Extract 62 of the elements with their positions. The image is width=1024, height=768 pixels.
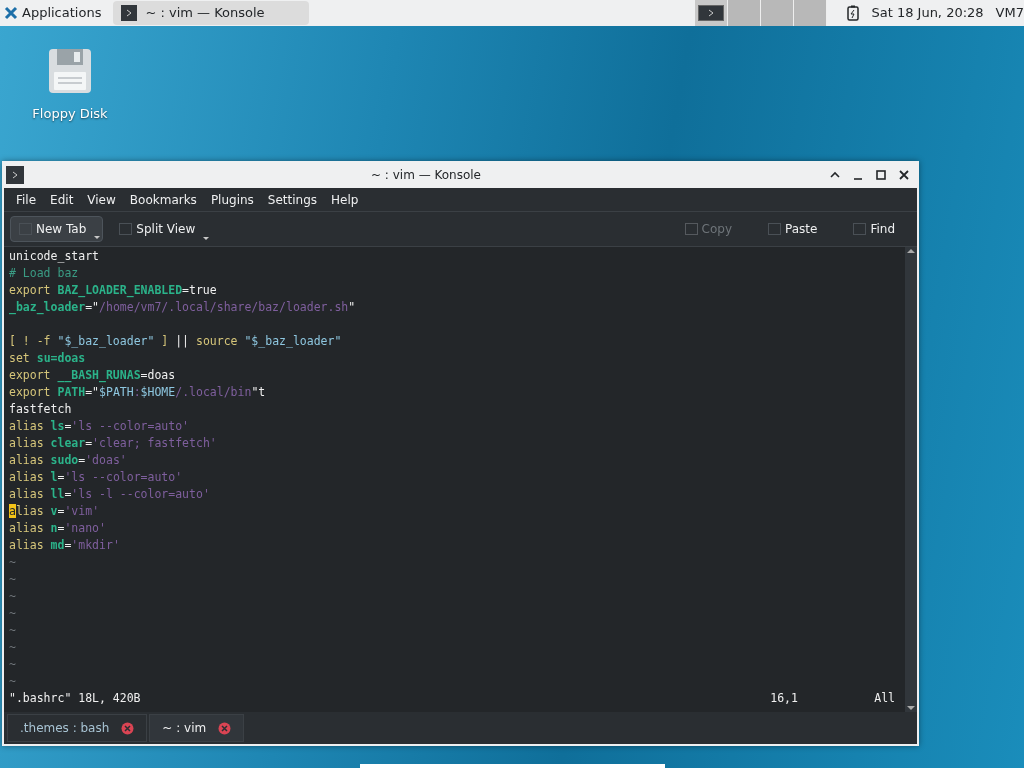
code-line: _baz_loader="/home/vm7/.local/share/baz/loader.sh": [9, 299, 357, 316]
code-line: alias md='mkdir': [9, 537, 121, 554]
empty-line-marker: ~: [9, 639, 17, 656]
code-line: alias ls='ls --color=auto': [9, 418, 191, 435]
empty-line-marker: ~: [9, 605, 17, 622]
terminal-icon: [6, 165, 24, 184]
code-line: fastfetch: [9, 401, 73, 418]
empty-line-marker: ~: [9, 656, 17, 673]
code-line: export PATH="$PATH:$HOME/.local/bin"t: [9, 384, 267, 401]
toolbar-button[interactable]: Paste: [760, 216, 834, 242]
code-line: alias clear='clear; fastfetch': [9, 435, 218, 452]
code-line: alias l='ls --color=auto': [9, 469, 184, 486]
close-tab-icon[interactable]: [218, 721, 232, 735]
toolbar-button[interactable]: New Tab: [10, 216, 104, 242]
scroll-indicator: All: [874, 690, 895, 707]
maximize-icon[interactable]: [874, 167, 888, 182]
empty-line-marker: ~: [9, 554, 17, 571]
menu-item[interactable]: View: [81, 190, 122, 209]
code-line: [ ! -f "$_baz_loader" ] || source "$_baz_loader": [9, 333, 343, 350]
status-message: ".bashrc" 18L, 420B: [9, 690, 141, 707]
code-line: export BAZ_LOADER_ENABLED=true: [9, 282, 218, 299]
code-line: export __BASH_RUNAS=doas: [9, 367, 177, 384]
code-line: alias sudo='doas': [9, 452, 128, 469]
menu-item[interactable]: Settings: [261, 190, 324, 209]
menu-item[interactable]: Plugins: [204, 190, 260, 209]
empty-line-marker: ~: [9, 673, 17, 690]
code-line: alias n='nano': [9, 520, 107, 537]
menu-item[interactable]: Help: [325, 190, 365, 209]
battery-icon[interactable]: [847, 5, 860, 21]
toolbar-button[interactable]: Split View: [111, 216, 212, 242]
empty-line-marker: ~: [9, 622, 17, 639]
desktop-pager[interactable]: [695, 0, 729, 26]
terminal-tab[interactable]: .themes : bash: [7, 714, 148, 742]
user-name[interactable]: VM7: [995, 3, 1024, 23]
menu-item[interactable]: File: [10, 190, 43, 209]
document-icon: [853, 223, 867, 235]
document-icon: [684, 223, 698, 235]
application-launcher[interactable]: Applications: [0, 0, 106, 26]
close-icon[interactable]: [897, 167, 911, 182]
cursor-position: 16,1: [770, 690, 799, 707]
document-icon: [119, 223, 133, 235]
code-line: alias v='vim': [9, 503, 101, 520]
empty-line-marker: ~: [9, 571, 17, 588]
code-line: # Load baz: [9, 265, 80, 282]
terminal-icon: [698, 5, 725, 21]
clock[interactable]: Sat 18 Jun, 20:28: [871, 3, 984, 23]
launcher-icon: [4, 6, 18, 20]
terminal-tab[interactable]: ~ : vim: [149, 714, 245, 742]
menu-item[interactable]: Bookmarks: [123, 190, 203, 209]
empty-line-marker: ~: [9, 588, 17, 605]
window-title: ~ : vim — Konsole: [370, 166, 482, 184]
task-button[interactable]: ~ : vim — Konsole: [113, 1, 310, 25]
code-line: alias ll='ls -l --color=auto': [9, 486, 211, 503]
code-line: set su=doas: [9, 350, 87, 367]
menu-item[interactable]: Edit: [44, 190, 80, 209]
terminal-icon: [121, 5, 138, 21]
toolbar-button[interactable]: Find: [845, 216, 911, 242]
scroll-up-icon[interactable]: [907, 249, 915, 253]
document-icon: [768, 223, 781, 235]
scroll-down-icon[interactable]: [907, 706, 915, 710]
close-tab-icon[interactable]: [121, 721, 135, 735]
code-line: unicode_start: [9, 248, 100, 265]
